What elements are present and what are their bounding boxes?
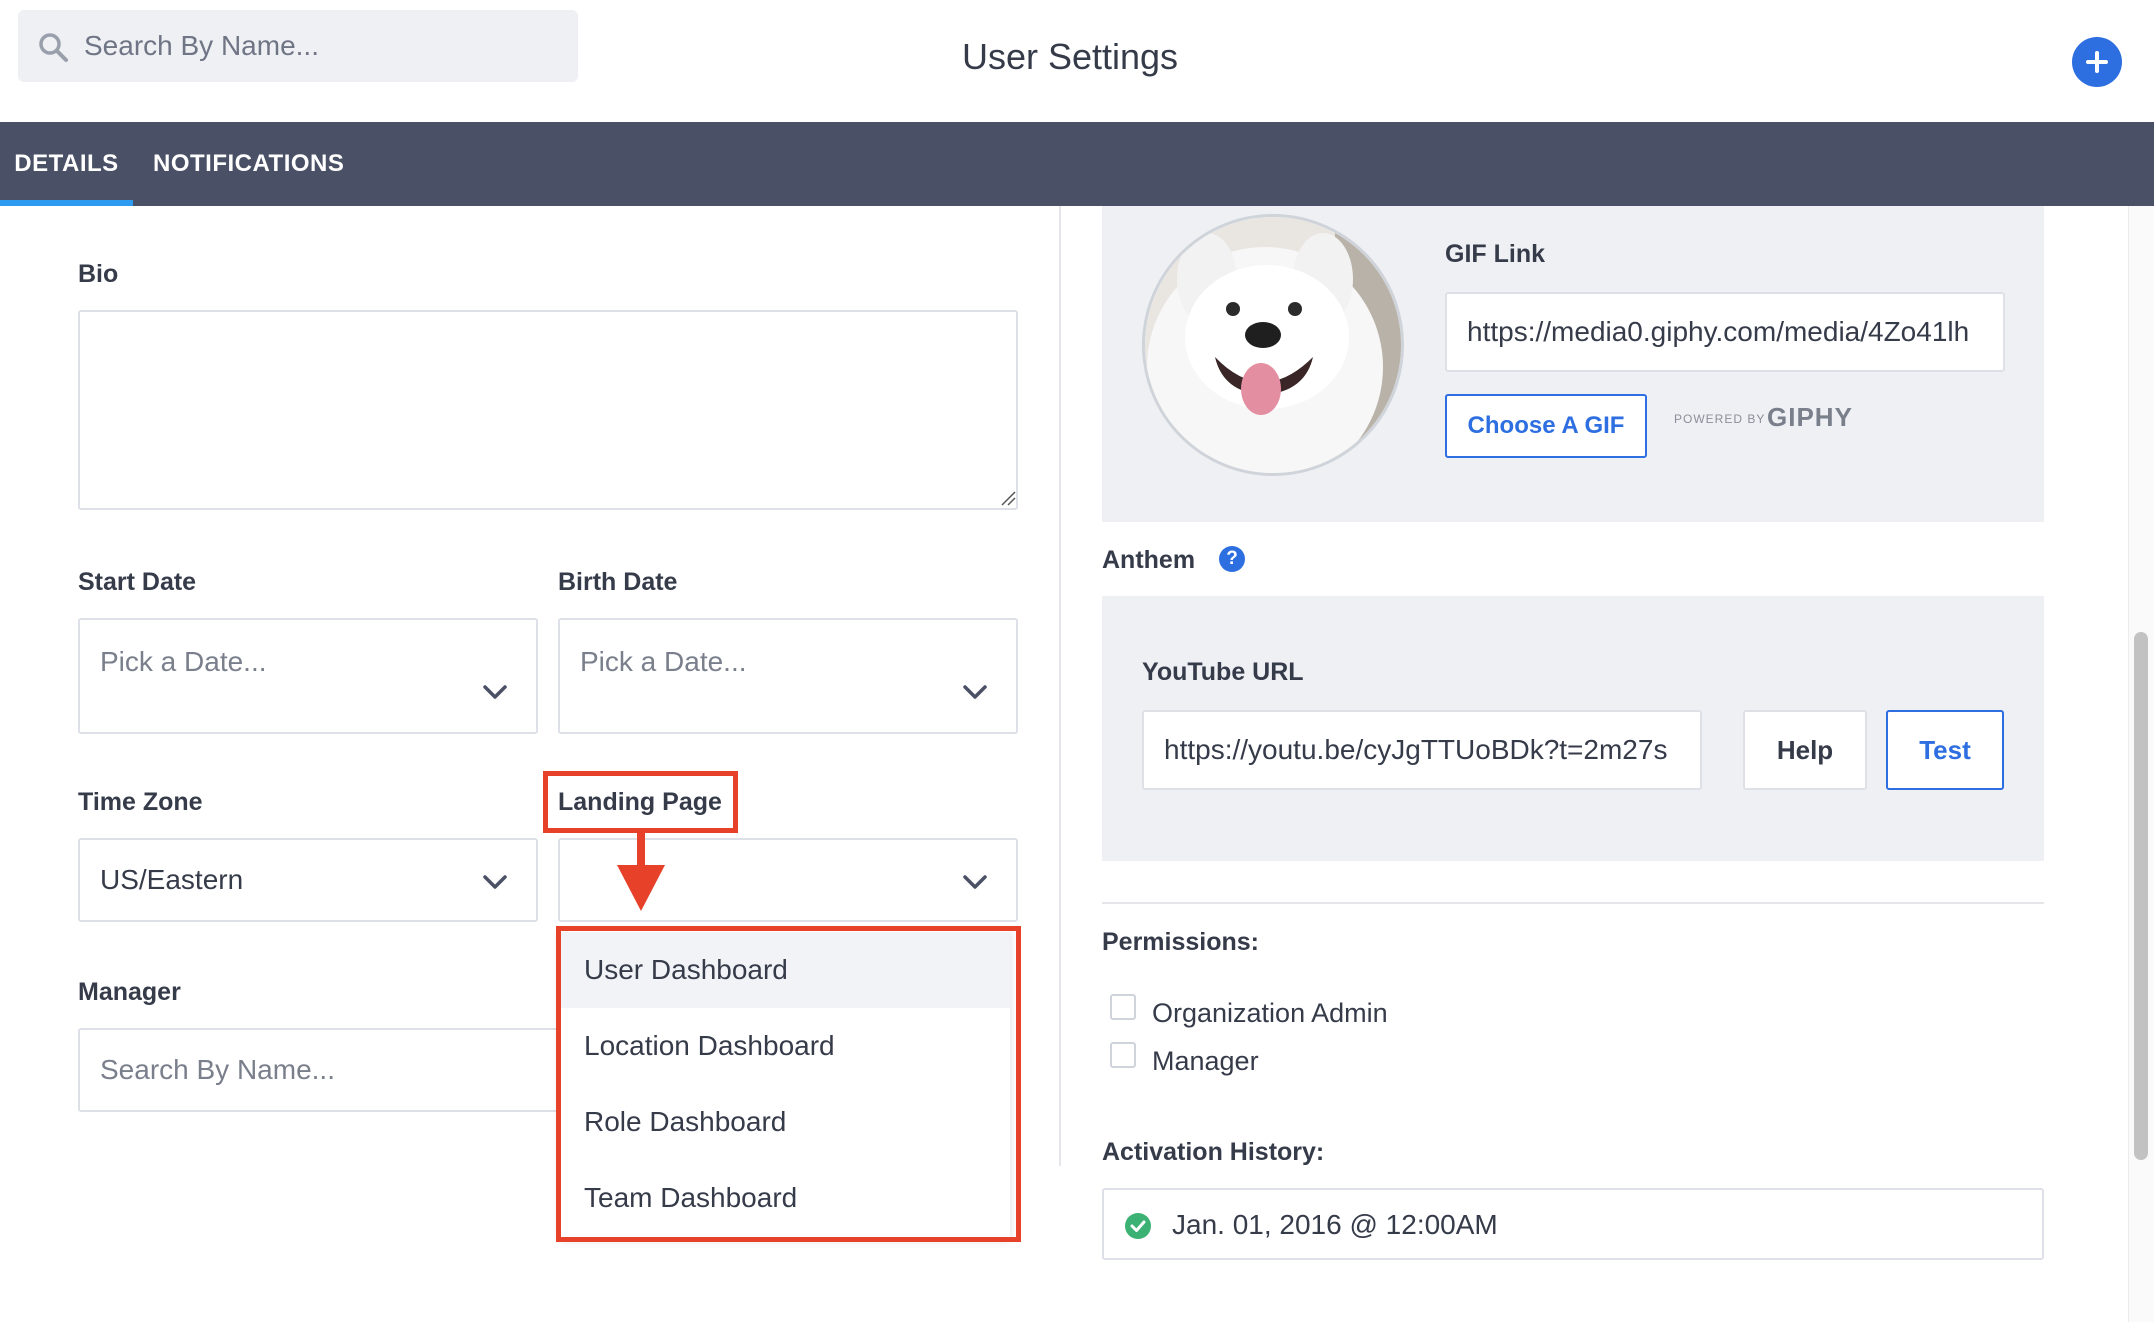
bio-textarea[interactable] <box>78 310 1018 510</box>
activation-history-label: Activation History: <box>1102 1138 1325 1166</box>
question-icon[interactable]: ? <box>1219 546 1245 572</box>
top-header: User Settings <box>0 0 2154 122</box>
gif-panel: GIF Link https://media0.giphy.com/media/… <box>1102 206 2044 522</box>
youtube-url-input[interactable]: https://youtu.be/cyJgTTUoBDk?t=2m27s <box>1142 710 1702 790</box>
start-date-label: Start Date <box>78 568 197 596</box>
gif-link-input[interactable]: https://media0.giphy.com/media/4Zo41lh <box>1445 292 2005 372</box>
tab-notifications[interactable]: NOTIFICATIONS <box>153 122 344 206</box>
powered-by-text: POWERED BY <box>1674 412 1766 426</box>
dog-avatar-image <box>1145 217 1401 473</box>
youtube-url-label: YouTube URL <box>1142 658 1304 686</box>
organization-admin-checkbox[interactable] <box>1110 994 1136 1020</box>
annotation-arrow-icon <box>617 829 665 911</box>
column-divider <box>1059 206 1061 1166</box>
section-divider <box>1102 902 2044 904</box>
manager-search[interactable]: Search By Name... <box>78 1028 578 1112</box>
manager-label: Manager <box>78 978 181 1006</box>
anthem-label: Anthem <box>1102 546 1196 574</box>
anthem-panel: YouTube URL https://youtu.be/cyJgTTUoBDk… <box>1102 596 2044 861</box>
manager-placeholder: Search By Name... <box>100 1054 335 1085</box>
test-button[interactable]: Test <box>1886 710 2004 790</box>
time-zone-select[interactable]: US/Eastern <box>78 838 538 922</box>
giphy-logo: GIPHY <box>1767 402 1853 432</box>
birth-date-placeholder: Pick a Date... <box>580 646 747 677</box>
chevron-down-icon <box>963 875 987 889</box>
time-zone-value: US/Eastern <box>100 864 244 895</box>
page-title: User Settings <box>961 36 1179 77</box>
tab-details[interactable]: DETAILS <box>0 122 133 206</box>
gif-link-value: https://media0.giphy.com/media/4Zo41lh <box>1467 316 1970 347</box>
gif-link-label: GIF Link <box>1445 240 1545 268</box>
birth-date-label: Birth Date <box>558 568 678 596</box>
choose-gif-button[interactable]: Choose A GIF <box>1445 394 1647 458</box>
landing-page-label-highlight <box>543 771 738 833</box>
organization-admin-label: Organization Admin <box>1152 998 1388 1028</box>
add-button[interactable] <box>2072 37 2122 87</box>
bio-label: Bio <box>78 260 119 288</box>
youtube-url-value: https://youtu.be/cyJgTTUoBDk?t=2m27s <box>1164 734 1668 765</box>
avatar <box>1142 214 1404 476</box>
check-circle-icon <box>1125 1213 1151 1239</box>
time-zone-label: Time Zone <box>78 788 203 816</box>
resize-grip-icon[interactable] <box>1000 490 1016 506</box>
plus-icon <box>2086 51 2108 73</box>
dropdown-highlight <box>556 926 1021 1242</box>
activation-date: Jan. 01, 2016 @ 12:00AM <box>1172 1209 1498 1240</box>
scrollbar-thumb[interactable] <box>2134 632 2148 1160</box>
tab-bar: DETAILS NOTIFICATIONS <box>0 122 2154 206</box>
chevron-down-icon <box>483 875 507 889</box>
chevron-down-icon <box>963 685 987 699</box>
start-date-picker[interactable]: Pick a Date... <box>78 618 538 734</box>
birth-date-picker[interactable]: Pick a Date... <box>558 618 1018 734</box>
activation-history-entry: Jan. 01, 2016 @ 12:00AM <box>1102 1188 2044 1260</box>
help-button[interactable]: Help <box>1743 710 1867 790</box>
manager-permission-label: Manager <box>1152 1046 1259 1076</box>
manager-checkbox[interactable] <box>1110 1042 1136 1068</box>
chevron-down-icon <box>483 685 507 699</box>
start-date-placeholder: Pick a Date... <box>100 646 267 677</box>
permissions-label: Permissions: <box>1102 928 1260 956</box>
